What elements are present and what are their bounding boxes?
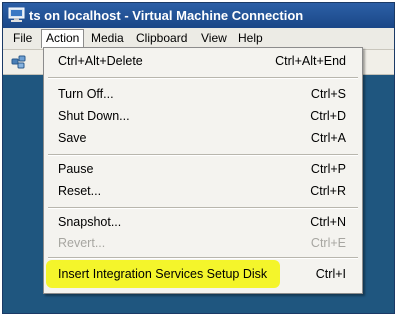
menu-clipboard[interactable]: Clipboard: [132, 30, 191, 46]
menu-file[interactable]: File: [9, 30, 36, 46]
menu-item-revert: Revert... Ctrl+E: [58, 236, 346, 250]
menu-item-snapshot[interactable]: Snapshot... Ctrl+N: [44, 211, 362, 233]
menu-separator: [48, 154, 358, 156]
action-menu-dropdown: Ctrl+Alt+Delete Ctrl+Alt+End Turn Off...…: [43, 47, 363, 294]
menu-separator: [48, 77, 358, 79]
menu-separator: [48, 257, 358, 259]
vm-monitor-icon: [8, 7, 25, 22]
menu-separator: [48, 207, 358, 209]
menu-item-reset[interactable]: Reset... Ctrl+R: [44, 180, 362, 202]
ctrl-alt-del-icon[interactable]: [10, 53, 28, 71]
menu-media[interactable]: Media: [87, 30, 128, 46]
menu-item-shut-down[interactable]: Shut Down... Ctrl+D: [44, 105, 362, 127]
window-title: ts on localhost - Virtual Machine Connec…: [29, 8, 304, 23]
vm-connection-window: ts on localhost - Virtual Machine Connec…: [2, 2, 395, 314]
menu-action[interactable]: Action: [41, 29, 85, 48]
menu-item-turn-off[interactable]: Turn Off... Ctrl+S: [44, 83, 362, 105]
title-bar: ts on localhost - Virtual Machine Connec…: [3, 3, 394, 28]
menu-item-ctrl-alt-delete[interactable]: Ctrl+Alt+Delete Ctrl+Alt+End: [44, 50, 362, 72]
menu-item-insert-integration-services-disk[interactable]: Insert Integration Services Setup Disk C…: [44, 263, 362, 285]
menu-help[interactable]: Help: [234, 30, 267, 46]
menu-item-save[interactable]: Save Ctrl+A: [44, 127, 362, 149]
menu-item-pause[interactable]: Pause Ctrl+P: [44, 158, 362, 180]
menu-view[interactable]: View: [197, 30, 231, 46]
